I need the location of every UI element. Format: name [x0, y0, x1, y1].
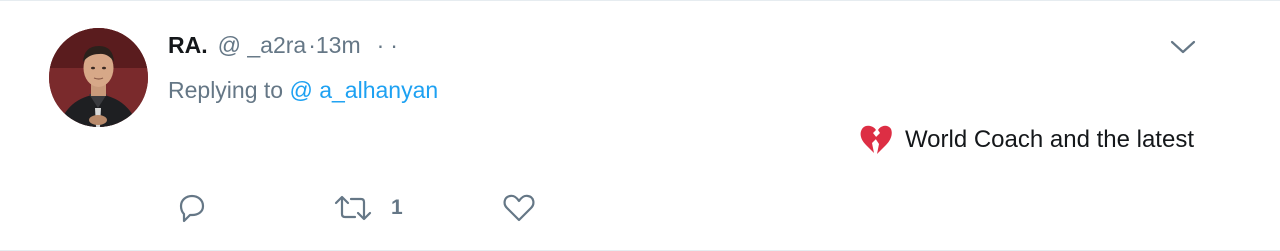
reply-button[interactable] — [174, 190, 226, 226]
replying-to-label: Replying to — [168, 77, 284, 103]
tweet-header: RA. @ _a2ra ·13m ·· — [168, 29, 404, 61]
tweet-menu-button[interactable] — [1168, 34, 1198, 60]
tweet-text-content: World Coach and the latest — [904, 126, 1194, 153]
tweet-card[interactable]: RA. @ _a2ra ·13m ·· Replying to @ a_alha… — [0, 0, 1280, 251]
retweet-count: 1 — [391, 196, 403, 219]
tweet-text: World Coach and the latest — [859, 124, 1194, 156]
more-dots: ·· — [376, 31, 404, 58]
retweet-icon — [334, 195, 372, 221]
reply-icon — [179, 194, 205, 223]
tweet-timestamp[interactable]: ·13m — [308, 32, 360, 59]
replying-to-mention[interactable]: @ a_alhanyan — [289, 77, 438, 103]
heart-icon — [503, 194, 535, 222]
retweet-button[interactable]: 1 — [333, 190, 403, 226]
tweet-actions: 1 — [0, 190, 1280, 226]
broken-heart-icon — [859, 124, 893, 156]
like-button[interactable] — [501, 190, 555, 226]
author-name[interactable]: RA. — [168, 32, 208, 59]
avatar[interactable] — [49, 28, 148, 127]
chevron-down-icon — [1170, 40, 1196, 54]
replying-to-line: Replying to @ a_alhanyan — [168, 77, 438, 104]
avatar-image — [49, 28, 148, 127]
author-handle[interactable]: @ _a2ra — [218, 32, 307, 59]
